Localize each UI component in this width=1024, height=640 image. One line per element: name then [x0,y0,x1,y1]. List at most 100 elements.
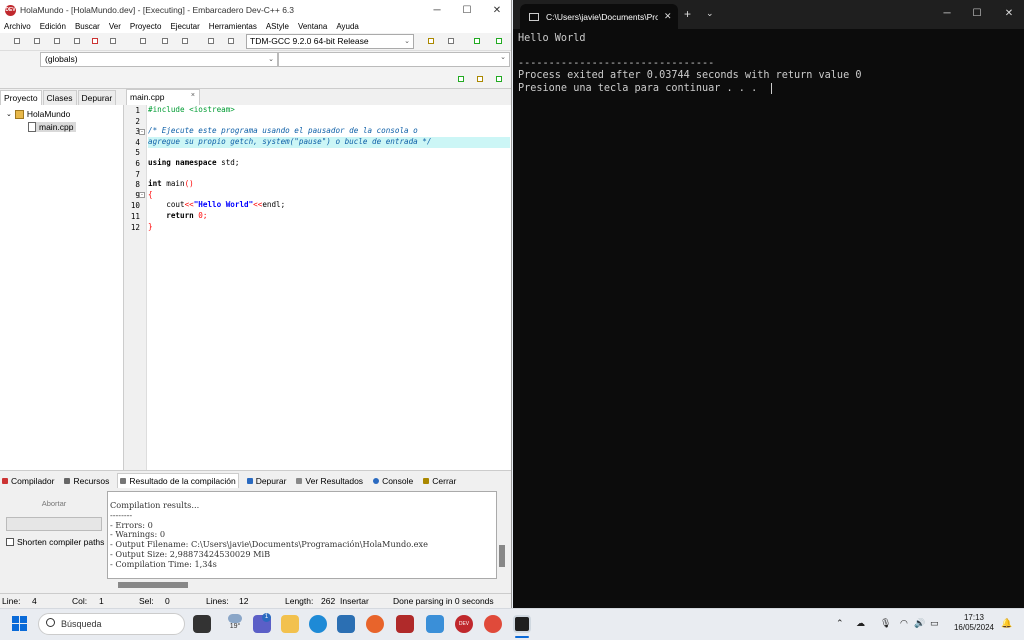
wifi-icon[interactable]: ◠ [900,618,908,629]
add-bookmark-icon[interactable] [474,38,480,44]
task-view-icon[interactable] [193,615,211,633]
menu-proyecto[interactable]: Proyecto [130,22,162,31]
abort-button[interactable]: Abortar [6,496,102,512]
code-keyword: int [148,179,162,189]
tab-resultado-compilacion[interactable]: Resultado de la compilación [117,473,239,488]
line-number: 8 [135,180,140,190]
menu-ventana[interactable]: Ventana [298,22,327,31]
menu-ayuda[interactable]: Ayuda [336,22,359,31]
terminal-taskbar-icon[interactable] [513,615,531,633]
compile-log[interactable]: Compilation results... -------- - Errors… [107,491,497,579]
tab-ver-resultados[interactable]: Ver Resultados [294,474,365,488]
tree-item-main-cpp[interactable]: main.cpp [28,122,76,132]
expand-arrow-icon[interactable]: ⌄ [6,110,12,118]
code-text: std; [216,158,240,167]
find-icon[interactable] [162,38,168,44]
menu-ver[interactable]: Ver [109,22,121,31]
store-icon[interactable] [337,615,355,633]
forward-icon[interactable] [448,38,454,44]
terminal-close-button[interactable]: ✕ [994,5,1024,23]
weather-icon[interactable]: 19° [222,614,248,630]
firefox-icon[interactable] [366,615,384,633]
line-number: 4 [135,137,140,147]
ide-titlebar[interactable]: DEV HolaMundo - [HolaMundo.dev] - [Execu… [0,0,511,20]
line-number: 1 [135,106,140,115]
goto-bookmark-icon[interactable] [496,38,502,44]
close-file-icon[interactable] [92,38,98,44]
terminal-maximize-button[interactable]: ☐ [962,5,992,23]
compile-icon[interactable] [208,38,214,44]
undo-icon[interactable] [140,38,146,44]
minimize-button[interactable]: ─ [422,0,452,20]
compiler-select[interactable]: TDM-GCC 9.2.0 64-bit Release ⌄ [246,34,414,49]
save-icon[interactable] [54,38,60,44]
new-file-icon[interactable] [14,38,20,44]
tab-depurar-bottom[interactable]: Depurar [245,474,289,488]
microphone-icon[interactable]: 🎙 [880,618,891,629]
system-clock[interactable]: 17:13 16/05/2024 [952,613,996,633]
menu-archivo[interactable]: Archivo [4,22,31,31]
tab-depurar[interactable]: Depurar [77,90,117,105]
line-number: 9 [135,190,140,200]
chevron-up-icon[interactable]: ⌃ [836,618,844,629]
close-tab-icon[interactable]: ✕ [664,11,672,22]
menu-herramientas[interactable]: Herramientas [209,22,257,31]
editor-tab-label: main.cpp [130,92,165,102]
log-horizontal-scroll-thumb[interactable] [118,582,188,588]
run-icon[interactable] [228,38,234,44]
menu-edicion[interactable]: Edición [40,22,66,31]
new-tab-button[interactable]: + [684,7,691,21]
menu-buscar[interactable]: Buscar [75,22,100,31]
fold-collapse-icon[interactable]: - [139,129,145,135]
fold-collapse-icon[interactable]: - [139,192,145,198]
debug-icon [246,477,253,484]
bottom-panel-tabs: Compilador Recursos Resultado de la comp… [0,470,511,490]
log-vertical-scroll-thumb[interactable] [499,545,505,567]
devcpp-icon[interactable]: DEV [455,615,473,633]
close-button[interactable]: ✕ [482,0,511,20]
globals-select[interactable]: (globals) ⌄ [40,52,278,67]
line-number: 7 [135,169,140,179]
tab-proyecto[interactable]: Proyecto [0,90,42,105]
chrome-icon[interactable] [484,615,502,633]
notepad-icon[interactable] [426,615,444,633]
search-input[interactable]: Búsqueda [38,613,185,635]
terminal-minimize-button[interactable]: ─ [932,5,962,23]
terminal-tab[interactable]: C:\Users\javie\Documents\Programación\Ho… [520,4,678,29]
notification-bell-icon[interactable]: 🔔 [1001,618,1012,629]
editor-tab-main-cpp[interactable]: main.cpp × [126,89,200,105]
menu-ejecutar[interactable]: Ejecutar [170,22,199,31]
debug-continue-icon[interactable] [496,76,502,82]
volume-icon[interactable]: 🔊 [914,618,925,629]
function-select[interactable]: ⌄ [278,52,510,67]
chevron-down-icon[interactable]: ⌄ [706,8,714,19]
tab-clases[interactable]: Clases [42,90,77,105]
tab-cerrar[interactable]: Cerrar [421,474,458,488]
back-icon[interactable] [428,38,434,44]
maximize-button[interactable]: ☐ [452,0,482,20]
file-explorer-icon[interactable] [281,615,299,633]
tab-compilador[interactable]: Compilador [0,474,56,488]
onedrive-icon[interactable]: ☁ [856,618,865,629]
shorten-paths-checkbox[interactable]: Shorten compiler paths [6,537,106,547]
tab-recursos[interactable]: Recursos [62,474,111,488]
tab-console[interactable]: Console [371,474,415,488]
debug-step-icon[interactable] [458,76,464,82]
save-all-icon[interactable] [74,38,80,44]
tab-label: Compilador [11,475,55,486]
start-icon[interactable] [12,616,28,632]
code-line-11: return 0; [148,211,207,222]
debug-watch-icon[interactable] [477,76,483,82]
battery-icon[interactable]: ▭ [930,618,939,629]
devcpp-red-icon[interactable] [396,615,414,633]
tree-item-project[interactable]: ⌄ HolaMundo [6,109,70,119]
replace-icon[interactable] [182,38,188,44]
shorten-paths-label: Shorten compiler paths [17,537,105,547]
close-tab-icon[interactable]: × [191,89,195,103]
checkbox-box[interactable] [6,538,14,546]
print-icon[interactable] [110,38,116,44]
log-line: -------- [110,509,133,520]
open-file-icon[interactable] [34,38,40,44]
menu-astyle[interactable]: AStyle [266,22,289,31]
edge-icon[interactable] [309,615,327,633]
